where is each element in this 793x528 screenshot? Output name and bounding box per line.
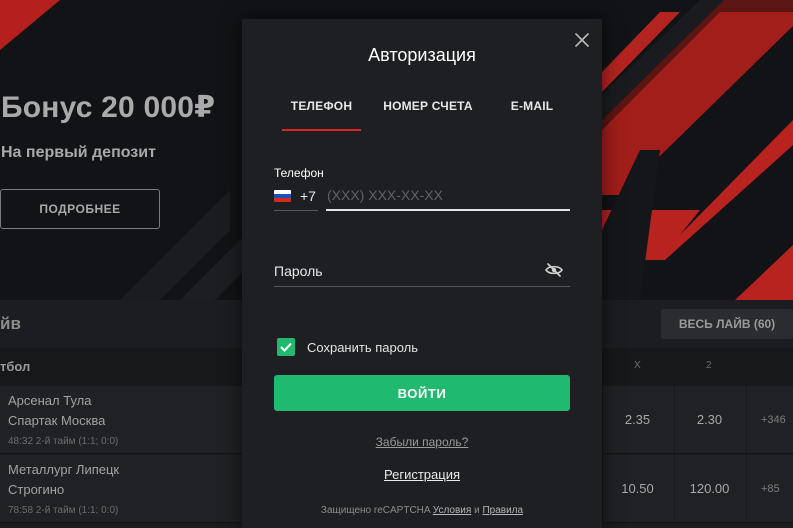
more-markets-count: +346	[761, 413, 786, 426]
page: Бонус 20 000₽ На первый депозит ПОДРОБНЕ…	[0, 0, 793, 528]
password-input[interactable]	[274, 256, 570, 287]
eye-slash-icon[interactable]	[545, 263, 563, 277]
register-link[interactable]: Регистрация	[384, 467, 460, 482]
recaptcha-terms-link[interactable]: Условия	[433, 505, 472, 516]
column-header-x: X	[634, 360, 641, 371]
team-home: Металлург Липецк	[8, 462, 120, 477]
login-button[interactable]: ВОЙТИ	[274, 375, 570, 411]
close-icon[interactable]	[572, 30, 592, 50]
russia-flag-icon	[274, 189, 291, 202]
bonus-subtitle: На первый депозит	[1, 144, 156, 161]
remember-password-label: Сохранить пароль	[307, 339, 419, 355]
live-title: йв	[0, 314, 21, 333]
recaptcha-text: Защищено reCAPTCHA	[320, 505, 430, 516]
team-away: Спартак Москва	[8, 413, 106, 428]
recaptcha-and: и	[474, 505, 480, 516]
team-home: Арсенал Тула	[8, 393, 92, 408]
match-status: 48:32 2-й тайм (1:1; 0:0)	[8, 436, 119, 447]
bonus-title: Бонус 20 000₽	[1, 91, 216, 124]
phone-input[interactable]	[326, 181, 570, 211]
recaptcha-notice: Защищено reCAPTCHA Условия и Правила	[242, 505, 602, 516]
team-away: Строгино	[8, 482, 65, 497]
check-icon	[280, 342, 292, 352]
odd-away[interactable]: 2.30	[674, 386, 744, 453]
register: Регистрация	[242, 467, 602, 482]
tab-phone[interactable]: ТЕЛЕФОН	[282, 99, 361, 131]
forgot-password-link[interactable]: Забыли пароль?	[376, 435, 469, 449]
tab-account-number[interactable]: НОМЕР СЧЕТА	[378, 99, 478, 131]
recaptcha-privacy-link[interactable]: Правила	[482, 505, 523, 516]
odd-away[interactable]: 120.00	[674, 455, 744, 522]
sport-name: тбол	[0, 359, 31, 374]
forgot-password: Забыли пароль?	[242, 435, 602, 449]
details-button[interactable]: ПОДРОБНЕЕ	[0, 189, 160, 229]
more-markets[interactable]: +85	[746, 455, 793, 522]
column-header-2: 2	[706, 360, 712, 371]
all-live-button[interactable]: ВЕСЬ ЛАЙВ (60)	[661, 309, 793, 339]
more-markets-count: +85	[761, 482, 780, 495]
more-markets[interactable]: +346	[746, 386, 793, 453]
tab-email[interactable]: E-MAIL	[504, 99, 560, 131]
country-code-select[interactable]: +7	[274, 181, 318, 211]
dial-code: +7	[300, 187, 316, 204]
odd-draw[interactable]: 2.35	[602, 386, 672, 453]
login-modal: Авторизация ТЕЛЕФОН НОМЕР СЧЕТА E-MAIL Т…	[242, 19, 602, 528]
login-tabs: ТЕЛЕФОН НОМЕР СЧЕТА E-MAIL	[274, 99, 570, 131]
remember-password-checkbox[interactable]: Сохранить пароль	[277, 338, 418, 356]
checkbox-box[interactable]	[277, 338, 295, 356]
match-status: 78:58 2-й тайм (1:1; 0:0)	[8, 505, 119, 516]
modal-title: Авторизация	[368, 45, 476, 65]
odd-draw[interactable]: 10.50	[602, 455, 672, 522]
phone-label: Телефон	[274, 166, 324, 180]
